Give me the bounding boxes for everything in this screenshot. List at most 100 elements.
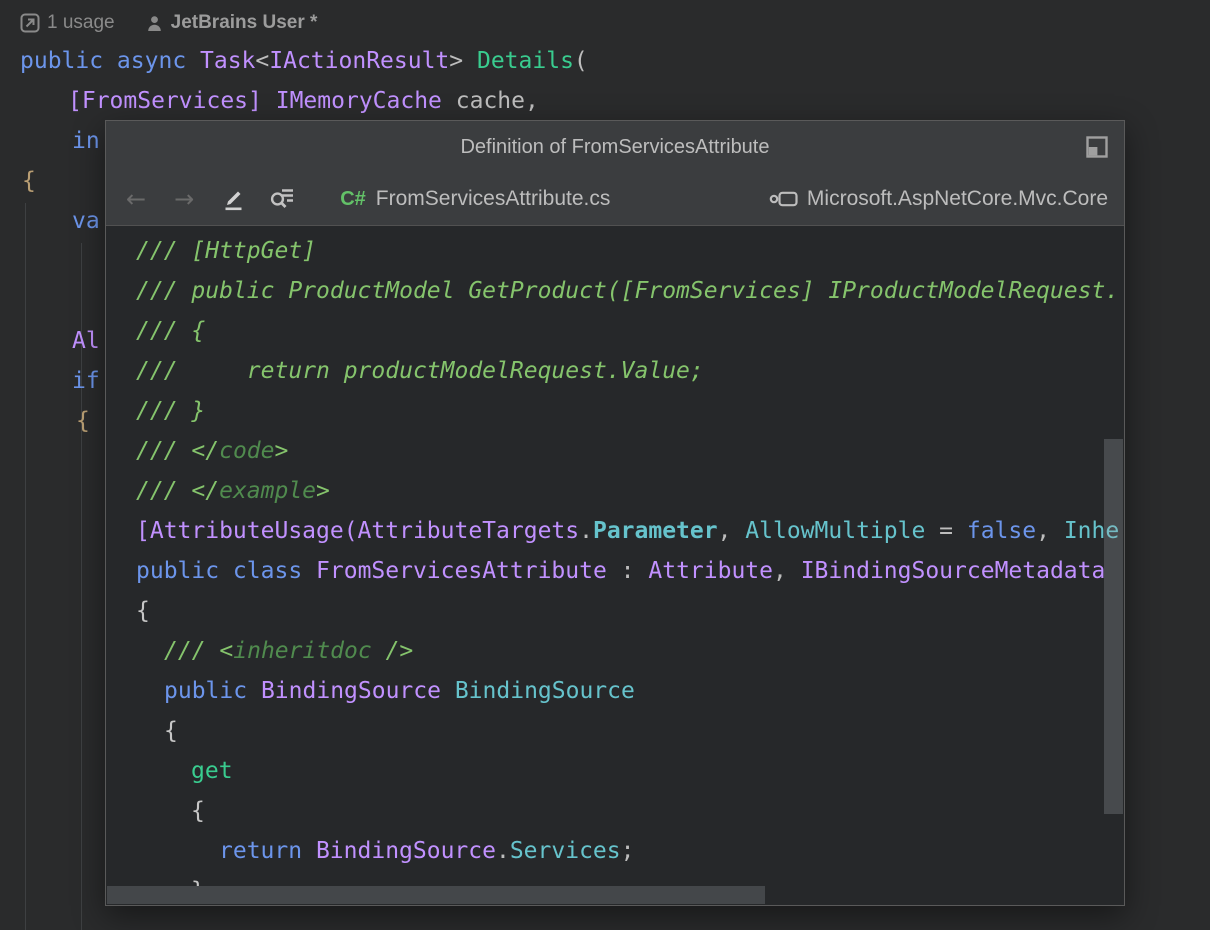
code-token: /// </ [136, 478, 219, 504]
code-line: { [136, 791, 1124, 831]
code-token: > [316, 478, 330, 504]
popup-title: Definition of FromServicesAttribute [460, 136, 769, 159]
code-token: Al [72, 328, 100, 354]
code-token: Task [200, 48, 255, 74]
code-line: get [136, 751, 1124, 791]
open-in-tool-window-icon [1086, 136, 1108, 158]
code-token: , [718, 518, 746, 544]
author-inlay-hint[interactable]: JetBrains User * [145, 12, 318, 34]
indent-guide [25, 203, 26, 930]
code-line: Al [72, 321, 100, 361]
code-token: [AttributeUsage(AttributeTargets [136, 518, 579, 544]
code-token: { [191, 798, 205, 824]
back-button[interactable]: ← [126, 182, 146, 216]
code-token: , [1036, 518, 1064, 544]
code-token: /// { [136, 318, 205, 344]
show-source-preview-button[interactable] [268, 182, 296, 216]
code-line: { [76, 401, 90, 441]
vertical-scrollbar-thumb[interactable] [1104, 439, 1123, 814]
code-token: in [72, 128, 100, 154]
popup-header: Definition of FromServicesAttribute ← → [106, 121, 1124, 226]
code-line: /// } [136, 391, 1124, 431]
code-token: IMemoryCache [276, 88, 442, 114]
code-token [302, 838, 316, 864]
code-token [302, 558, 316, 584]
code-token: if [72, 368, 100, 394]
code-token: get [191, 758, 233, 784]
code-token: cache, [442, 88, 539, 114]
code-token: code [219, 438, 274, 464]
author-label: JetBrains User * [171, 12, 318, 34]
code-token: /// < [164, 638, 233, 664]
code-line: [AttributeUsage(AttributeTargets.Paramet… [136, 511, 1124, 551]
code-token: < [255, 48, 269, 74]
code-token: /// return productModelRequest.Value; [136, 358, 704, 384]
code-line: /// <inheritdoc /> [136, 631, 1124, 671]
code-token: /// public ProductModel GetProduct([From… [136, 278, 1119, 304]
horizontal-scrollbar-thumb[interactable] [107, 886, 765, 904]
code-token: Services [510, 838, 621, 864]
module-group: Microsoft.AspNetCore.Mvc.Core [769, 187, 1110, 211]
code-line: /// [HttpGet] [136, 231, 1124, 271]
code-token: . [579, 518, 593, 544]
code-token: AllowMultiple [745, 518, 925, 544]
code-token: BindingSource [455, 678, 635, 704]
code-line: /// </example> [136, 471, 1124, 511]
code-token: false [967, 518, 1036, 544]
code-line: /// public ProductModel GetProduct([From… [136, 271, 1124, 311]
code-token: = [925, 518, 967, 544]
edit-source-button[interactable] [220, 182, 246, 216]
code-token: FromServicesAttribute [316, 558, 607, 584]
code-line: /// </code> [136, 431, 1124, 471]
code-token: ; [621, 838, 635, 864]
code-token: BindingSource [261, 678, 441, 704]
code-token: Parameter [593, 518, 718, 544]
popup-code-editor[interactable]: /// [HttpGet] /// public ProductModel Get… [106, 226, 1124, 905]
code-line: public async Task<IActionResult> Details… [20, 41, 588, 81]
code-line: if [72, 361, 100, 401]
open-in-tool-window-button[interactable] [1086, 136, 1108, 158]
code-token: > [274, 438, 288, 464]
code-token: Attribute [648, 558, 773, 584]
code-token: , [773, 558, 801, 584]
popup-file-name: FromServicesAttribute.cs [376, 187, 611, 211]
code-token [441, 678, 455, 704]
editor-surface[interactable]: 1 usage JetBrains User * public async Ta… [0, 0, 1210, 930]
pencil-icon [220, 186, 246, 212]
forward-button[interactable]: → [174, 182, 194, 216]
popup-title-bar[interactable]: Definition of FromServicesAttribute [106, 121, 1124, 173]
code-token [262, 88, 276, 114]
code-line: { [22, 161, 36, 201]
code-token: BindingSource [316, 838, 496, 864]
code-token [247, 678, 261, 704]
code-line: in [72, 121, 100, 161]
code-token: public async [20, 48, 200, 74]
code-token: IBindingSourceMetadata [801, 558, 1106, 584]
code-token: [FromServices] [68, 88, 262, 114]
code-token: /> [372, 638, 414, 664]
back-arrow-icon: ← [126, 185, 146, 213]
forward-arrow-icon: → [174, 185, 194, 213]
code-line: [FromServices] IMemoryCache cache, [68, 81, 539, 121]
code-line: public class FromServicesAttribute : Att… [136, 551, 1124, 591]
code-token: > [449, 48, 477, 74]
code-token: { [22, 168, 36, 194]
code-line: return BindingSource.Services; [136, 831, 1124, 871]
code-token: ( [574, 48, 588, 74]
code-token: { [164, 718, 178, 744]
code-token: { [76, 408, 90, 434]
usages-icon [20, 13, 40, 33]
code-line: { [136, 711, 1124, 751]
code-token: return [219, 838, 302, 864]
code-line: { [136, 591, 1124, 631]
code-token: /// </ [136, 438, 219, 464]
library-icon [769, 189, 799, 209]
code-token: /// [HttpGet] [136, 238, 316, 264]
usages-inlay-hint[interactable]: 1 usage [20, 12, 115, 34]
code-token: : [607, 558, 649, 584]
module-name: Microsoft.AspNetCore.Mvc.Core [807, 187, 1108, 211]
inlay-hints-row: 1 usage JetBrains User * [20, 8, 317, 38]
code-token: public [164, 678, 247, 704]
code-line: /// return productModelRequest.Value; [136, 351, 1124, 391]
code-token: IActionResult [269, 48, 449, 74]
